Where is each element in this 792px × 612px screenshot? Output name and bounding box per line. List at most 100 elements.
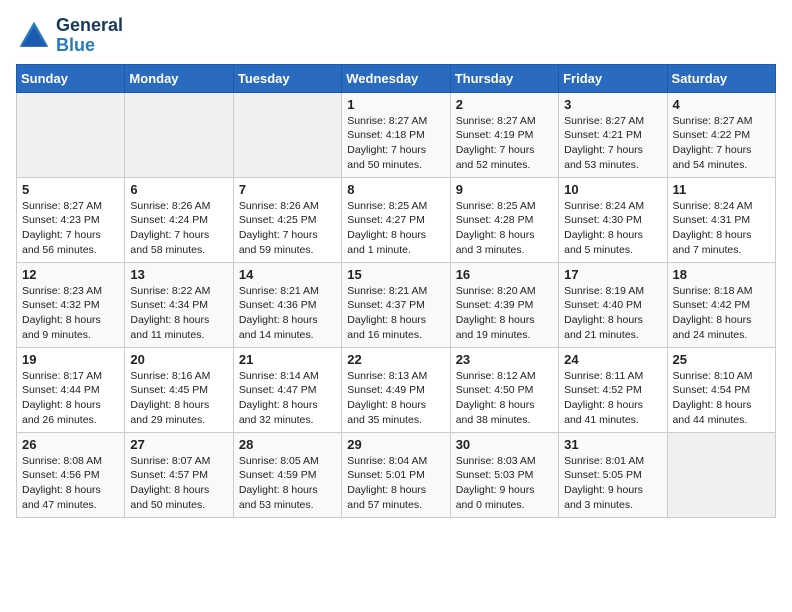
calendar-cell: 2 Sunrise: 8:27 AMSunset: 4:19 PMDaylight…	[450, 92, 558, 177]
day-number: 10	[564, 182, 661, 197]
cell-content: Sunrise: 8:24 AMSunset: 4:30 PMDaylight:…	[564, 199, 661, 258]
calendar-cell	[233, 92, 341, 177]
calendar-week: 19 Sunrise: 8:17 AMSunset: 4:44 PMDayligh…	[17, 347, 776, 432]
day-number: 11	[673, 182, 770, 197]
cell-content: Sunrise: 8:27 AMSunset: 4:19 PMDaylight:…	[456, 114, 553, 173]
calendar-cell	[17, 92, 125, 177]
day-number: 18	[673, 267, 770, 282]
cell-content: Sunrise: 8:19 AMSunset: 4:40 PMDaylight:…	[564, 284, 661, 343]
calendar: SundayMondayTuesdayWednesdayThursdayFrid…	[16, 64, 776, 518]
day-number: 7	[239, 182, 336, 197]
cell-content: Sunrise: 8:12 AMSunset: 4:50 PMDaylight:…	[456, 369, 553, 428]
day-number: 13	[130, 267, 227, 282]
calendar-header: SundayMondayTuesdayWednesdayThursdayFrid…	[17, 64, 776, 92]
cell-content: Sunrise: 8:26 AMSunset: 4:24 PMDaylight:…	[130, 199, 227, 258]
cell-content: Sunrise: 8:21 AMSunset: 4:37 PMDaylight:…	[347, 284, 444, 343]
calendar-cell: 17 Sunrise: 8:19 AMSunset: 4:40 PMDayligh…	[559, 262, 667, 347]
page-header: General Blue	[16, 16, 776, 56]
day-number: 17	[564, 267, 661, 282]
logo: General Blue	[16, 16, 123, 56]
day-number: 1	[347, 97, 444, 112]
calendar-cell: 27 Sunrise: 8:07 AMSunset: 4:57 PMDayligh…	[125, 432, 233, 517]
calendar-cell: 10 Sunrise: 8:24 AMSunset: 4:30 PMDayligh…	[559, 177, 667, 262]
cell-content: Sunrise: 8:17 AMSunset: 4:44 PMDaylight:…	[22, 369, 119, 428]
logo-text: General Blue	[56, 16, 123, 56]
day-number: 9	[456, 182, 553, 197]
cell-content: Sunrise: 8:13 AMSunset: 4:49 PMDaylight:…	[347, 369, 444, 428]
day-number: 30	[456, 437, 553, 452]
day-number: 12	[22, 267, 119, 282]
calendar-week: 5 Sunrise: 8:27 AMSunset: 4:23 PMDaylight…	[17, 177, 776, 262]
day-number: 6	[130, 182, 227, 197]
day-number: 27	[130, 437, 227, 452]
calendar-cell: 4 Sunrise: 8:27 AMSunset: 4:22 PMDaylight…	[667, 92, 775, 177]
calendar-cell: 25Sunrise: 8:10 AMSunset: 4:54 PMDayligh…	[667, 347, 775, 432]
calendar-cell: 31 Sunrise: 8:01 AMSunset: 5:05 PMDayligh…	[559, 432, 667, 517]
day-number: 4	[673, 97, 770, 112]
cell-content: Sunrise: 8:07 AMSunset: 4:57 PMDaylight:…	[130, 454, 227, 513]
calendar-cell: 11 Sunrise: 8:24 AMSunset: 4:31 PMDayligh…	[667, 177, 775, 262]
cell-content: Sunrise: 8:22 AMSunset: 4:34 PMDaylight:…	[130, 284, 227, 343]
day-number: 25	[673, 352, 770, 367]
calendar-cell: 14Sunrise: 8:21 AMSunset: 4:36 PMDayligh…	[233, 262, 341, 347]
cell-content: Sunrise: 8:23 AMSunset: 4:32 PMDaylight:…	[22, 284, 119, 343]
cell-content: Sunrise: 8:25 AMSunset: 4:28 PMDaylight:…	[456, 199, 553, 258]
calendar-week: 1 Sunrise: 8:27 AMSunset: 4:18 PMDaylight…	[17, 92, 776, 177]
cell-content: Sunrise: 8:27 AMSunset: 4:22 PMDaylight:…	[673, 114, 770, 173]
calendar-week: 26 Sunrise: 8:08 AMSunset: 4:56 PMDayligh…	[17, 432, 776, 517]
day-number: 2	[456, 97, 553, 112]
day-number: 20	[130, 352, 227, 367]
day-number: 21	[239, 352, 336, 367]
calendar-cell: 19 Sunrise: 8:17 AMSunset: 4:44 PMDayligh…	[17, 347, 125, 432]
day-number: 23	[456, 352, 553, 367]
calendar-cell: 12 Sunrise: 8:23 AMSunset: 4:32 PMDayligh…	[17, 262, 125, 347]
day-header: Thursday	[450, 64, 558, 92]
cell-content: Sunrise: 8:01 AMSunset: 5:05 PMDaylight:…	[564, 454, 661, 513]
calendar-cell: 28 Sunrise: 8:05 AMSunset: 4:59 PMDayligh…	[233, 432, 341, 517]
calendar-cell: 21Sunrise: 8:14 AMSunset: 4:47 PMDayligh…	[233, 347, 341, 432]
day-header: Friday	[559, 64, 667, 92]
cell-content: Sunrise: 8:27 AMSunset: 4:21 PMDaylight:…	[564, 114, 661, 173]
calendar-cell: 15Sunrise: 8:21 AMSunset: 4:37 PMDayligh…	[342, 262, 450, 347]
cell-content: Sunrise: 8:18 AMSunset: 4:42 PMDaylight:…	[673, 284, 770, 343]
calendar-cell: 26 Sunrise: 8:08 AMSunset: 4:56 PMDayligh…	[17, 432, 125, 517]
day-header: Monday	[125, 64, 233, 92]
day-header: Tuesday	[233, 64, 341, 92]
day-number: 26	[22, 437, 119, 452]
day-number: 24	[564, 352, 661, 367]
cell-content: Sunrise: 8:03 AMSunset: 5:03 PMDaylight:…	[456, 454, 553, 513]
calendar-cell: 1 Sunrise: 8:27 AMSunset: 4:18 PMDaylight…	[342, 92, 450, 177]
cell-content: Sunrise: 8:24 AMSunset: 4:31 PMDaylight:…	[673, 199, 770, 258]
calendar-cell: 24Sunrise: 8:11 AMSunset: 4:52 PMDayligh…	[559, 347, 667, 432]
cell-content: Sunrise: 8:25 AMSunset: 4:27 PMDaylight:…	[347, 199, 444, 258]
calendar-cell: 18 Sunrise: 8:18 AMSunset: 4:42 PMDayligh…	[667, 262, 775, 347]
cell-content: Sunrise: 8:20 AMSunset: 4:39 PMDaylight:…	[456, 284, 553, 343]
day-number: 5	[22, 182, 119, 197]
calendar-cell	[667, 432, 775, 517]
day-header: Sunday	[17, 64, 125, 92]
calendar-cell: 22Sunrise: 8:13 AMSunset: 4:49 PMDayligh…	[342, 347, 450, 432]
calendar-cell: 3 Sunrise: 8:27 AMSunset: 4:21 PMDaylight…	[559, 92, 667, 177]
cell-content: Sunrise: 8:27 AMSunset: 4:18 PMDaylight:…	[347, 114, 444, 173]
day-number: 28	[239, 437, 336, 452]
day-number: 3	[564, 97, 661, 112]
cell-content: Sunrise: 8:04 AMSunset: 5:01 PMDaylight:…	[347, 454, 444, 513]
day-number: 8	[347, 182, 444, 197]
calendar-cell: 29Sunrise: 8:04 AMSunset: 5:01 PMDayligh…	[342, 432, 450, 517]
calendar-cell: 7Sunrise: 8:26 AMSunset: 4:25 PMDaylight…	[233, 177, 341, 262]
header-row: SundayMondayTuesdayWednesdayThursdayFrid…	[17, 64, 776, 92]
logo-icon	[16, 18, 52, 54]
calendar-week: 12 Sunrise: 8:23 AMSunset: 4:32 PMDayligh…	[17, 262, 776, 347]
day-number: 16	[456, 267, 553, 282]
cell-content: Sunrise: 8:16 AMSunset: 4:45 PMDaylight:…	[130, 369, 227, 428]
day-header: Saturday	[667, 64, 775, 92]
calendar-cell: 30 Sunrise: 8:03 AMSunset: 5:03 PMDayligh…	[450, 432, 558, 517]
cell-content: Sunrise: 8:05 AMSunset: 4:59 PMDaylight:…	[239, 454, 336, 513]
cell-content: Sunrise: 8:27 AMSunset: 4:23 PMDaylight:…	[22, 199, 119, 258]
calendar-cell: 16 Sunrise: 8:20 AMSunset: 4:39 PMDayligh…	[450, 262, 558, 347]
day-number: 31	[564, 437, 661, 452]
cell-content: Sunrise: 8:08 AMSunset: 4:56 PMDaylight:…	[22, 454, 119, 513]
day-header: Wednesday	[342, 64, 450, 92]
day-number: 19	[22, 352, 119, 367]
calendar-cell: 9 Sunrise: 8:25 AMSunset: 4:28 PMDaylight…	[450, 177, 558, 262]
